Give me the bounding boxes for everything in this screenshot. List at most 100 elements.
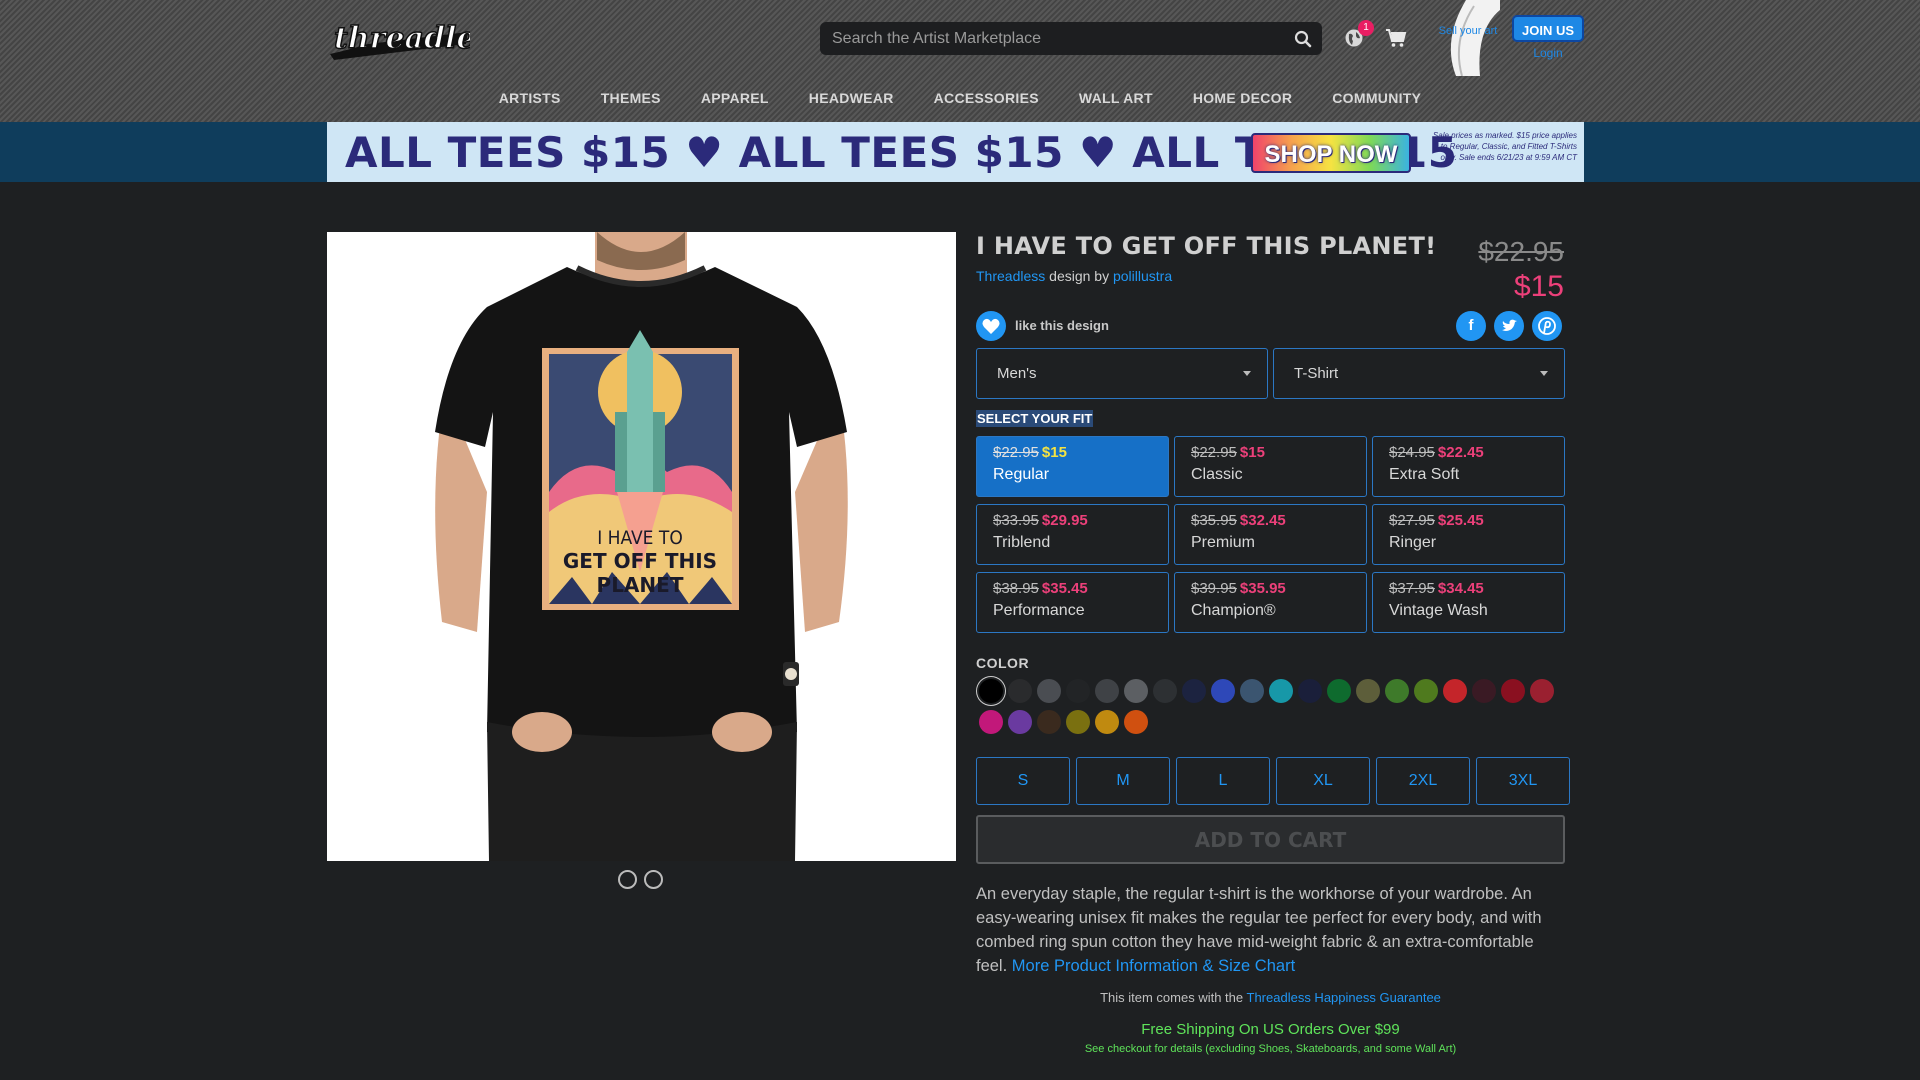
join-us-button[interactable]: JOIN US [1512, 15, 1584, 42]
fit-old-price: $33.95 [993, 512, 1039, 529]
color-swatch[interactable] [1501, 679, 1525, 703]
size-3xl-button[interactable]: 3XL [1476, 757, 1570, 805]
search-icon[interactable] [1294, 30, 1312, 48]
color-swatch[interactable] [1385, 679, 1409, 703]
fit-option-champion[interactable]: $39.95 $35.95 Champion® [1174, 572, 1367, 633]
fit-option-vintage-wash[interactable]: $37.95 $34.45 Vintage Wash [1372, 572, 1565, 633]
fit-option-performance[interactable]: $38.95 $35.45 Performance [976, 572, 1169, 633]
fit-new-price: $34.45 [1437, 580, 1484, 597]
facebook-share-icon[interactable]: f [1456, 311, 1486, 341]
color-swatch[interactable] [1327, 679, 1351, 703]
fit-old-price: $22.95 [993, 444, 1039, 461]
threadless-logo[interactable]: threadless [328, 14, 470, 60]
fit-option-extra-soft[interactable]: $24.95 $22.45 Extra Soft [1372, 436, 1565, 497]
color-swatch[interactable] [1124, 710, 1148, 734]
fit-new-price: $35.95 [1239, 580, 1286, 597]
notification-badge: 1 [1358, 20, 1374, 36]
sell-art-badge-icon[interactable] [1436, 0, 1500, 76]
fit-old-price: $38.95 [993, 580, 1039, 597]
artist-link[interactable]: polillustra [1113, 268, 1172, 284]
color-swatch[interactable] [979, 710, 1003, 734]
heart-icon [982, 318, 1000, 334]
product-byline: Threadless design by polillustra [976, 268, 1172, 284]
color-swatch[interactable] [1008, 710, 1032, 734]
size-s-button[interactable]: S [976, 757, 1070, 805]
color-swatch[interactable] [1298, 679, 1322, 703]
sale-banner[interactable]: ALL TEES $15 ♥ ALL TEES $15 ♥ ALL TEES $… [327, 122, 1584, 182]
color-swatch[interactable] [1414, 679, 1438, 703]
like-label[interactable]: like this design [1015, 318, 1109, 333]
fit-name: Extra Soft [1389, 466, 1460, 483]
color-swatches [979, 679, 1579, 734]
fit-new-price: $22.45 [1437, 444, 1484, 461]
carousel-dot-2[interactable] [644, 870, 663, 889]
color-swatch[interactable] [1037, 679, 1061, 703]
chevron-down-icon [1540, 371, 1548, 376]
size-l-button[interactable]: L [1176, 757, 1270, 805]
color-swatch[interactable] [1066, 710, 1090, 734]
fit-option-premium[interactable]: $35.95 $32.45 Premium [1174, 504, 1367, 565]
color-swatch[interactable] [1008, 679, 1032, 703]
nav-wall-art[interactable]: WALL ART [1059, 90, 1173, 106]
add-to-cart-button[interactable]: ADD TO CART [976, 815, 1565, 864]
nav-headwear[interactable]: HEADWEAR [789, 90, 914, 106]
color-swatch[interactable] [1443, 679, 1467, 703]
fit-old-price: $22.95 [1191, 444, 1237, 461]
fit-option-ringer[interactable]: $27.95 $25.45 Ringer [1372, 504, 1565, 565]
color-swatch[interactable] [1153, 679, 1177, 703]
fit-name: Vintage Wash [1389, 602, 1488, 619]
color-swatch[interactable] [1530, 679, 1554, 703]
color-swatch[interactable] [1356, 679, 1380, 703]
brand-link[interactable]: Threadless [976, 268, 1045, 284]
carousel-dot-1[interactable] [618, 870, 637, 889]
color-swatch[interactable] [1472, 679, 1496, 703]
gender-select[interactable]: Men's [976, 348, 1268, 399]
original-price: $22.95 [1478, 236, 1564, 267]
color-swatch[interactable] [1211, 679, 1235, 703]
nav-artists[interactable]: ARTISTS [479, 90, 581, 106]
nav-accessories[interactable]: ACCESSORIES [914, 90, 1059, 106]
style-select[interactable]: T-Shirt [1273, 348, 1565, 399]
color-swatch[interactable] [1066, 679, 1090, 703]
nav-community[interactable]: COMMUNITY [1312, 90, 1441, 106]
fit-old-price: $27.95 [1389, 512, 1435, 529]
fit-option-regular[interactable]: $22.95 $15 Regular [976, 436, 1169, 497]
select-fit-title: SELECT YOUR FIT [976, 410, 1094, 427]
pinterest-share-icon[interactable] [1532, 311, 1562, 341]
main-nav: ARTISTS THEMES APPAREL HEADWEAR ACCESSOR… [0, 90, 1920, 106]
free-shipping-note: Free Shipping On US Orders Over $99 [1141, 1021, 1400, 1038]
sell-your-art-link[interactable]: Sell your art [1436, 24, 1500, 38]
search-input[interactable] [832, 22, 1282, 55]
nav-apparel[interactable]: APPAREL [681, 90, 789, 106]
size-2xl-button[interactable]: 2XL [1376, 757, 1470, 805]
color-swatch[interactable] [979, 679, 1003, 703]
guarantee-prefix: This item comes with the [1100, 990, 1244, 1005]
cart-icon[interactable] [1385, 27, 1407, 49]
fit-option-triblend[interactable]: $33.95 $29.95 Triblend [976, 504, 1169, 565]
color-swatch[interactable] [1095, 710, 1119, 734]
fit-old-price: $39.95 [1191, 580, 1237, 597]
color-swatch[interactable] [1182, 679, 1206, 703]
twitter-share-icon[interactable] [1494, 311, 1524, 341]
shop-now-button[interactable]: SHOP NOW [1251, 133, 1411, 173]
more-info-link[interactable]: More Product Information & Size Chart [1012, 957, 1295, 975]
product-image[interactable]: I HAVE TO GET OFF THIS PLANET [327, 232, 956, 861]
like-button[interactable] [976, 311, 1006, 341]
guarantee-note: This item comes with the Threadless Happ… [976, 990, 1565, 1005]
color-swatch[interactable] [1269, 679, 1293, 703]
fit-option-classic[interactable]: $22.95 $15 Classic [1174, 436, 1367, 497]
color-swatch[interactable] [1240, 679, 1264, 703]
color-swatch[interactable] [1037, 710, 1061, 734]
guarantee-link[interactable]: Threadless Happiness Guarantee [1247, 990, 1441, 1005]
color-swatch[interactable] [1095, 679, 1119, 703]
product-description: An everyday staple, the regular t-shirt … [976, 882, 1566, 978]
color-swatch[interactable] [1124, 679, 1148, 703]
style-select-value: T-Shirt [1294, 365, 1339, 382]
print-line-2: GET OFF THIS [563, 549, 717, 573]
nav-home-decor[interactable]: HOME DECOR [1173, 90, 1312, 106]
nav-themes[interactable]: THEMES [581, 90, 681, 106]
login-link[interactable]: Login [1512, 46, 1584, 60]
fit-new-price: $32.45 [1239, 512, 1286, 529]
size-m-button[interactable]: M [1076, 757, 1170, 805]
size-xl-button[interactable]: XL [1276, 757, 1370, 805]
